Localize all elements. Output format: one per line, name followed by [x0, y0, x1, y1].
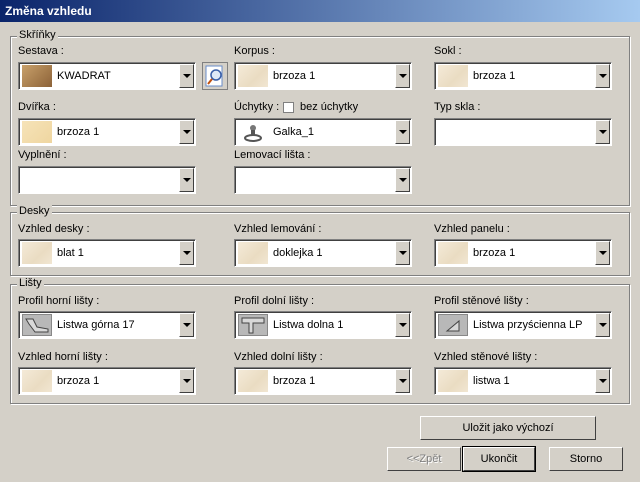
- sestava-thumbnail: [22, 65, 52, 87]
- chevron-down-icon[interactable]: [179, 241, 194, 265]
- group-strips-title: Lišty: [17, 277, 44, 289]
- lemovaci-lista-label: Lemovací lišta :: [234, 149, 311, 161]
- chevron-down-icon[interactable]: [179, 313, 194, 337]
- sokl-label: Sokl :: [434, 45, 462, 57]
- chevron-down-icon[interactable]: [395, 64, 410, 88]
- vzhled-horni-value: brzoza 1: [57, 375, 100, 387]
- chevron-down-icon[interactable]: [595, 241, 610, 265]
- cancel-button[interactable]: Storno: [549, 447, 623, 471]
- korpus-label: Korpus :: [234, 45, 275, 57]
- typ-skla-label: Typ skla :: [434, 101, 481, 113]
- profil-stenove-thumbnail: [438, 314, 468, 336]
- vzhled-desky-label: Vzhled desky :: [18, 223, 90, 235]
- korpus-thumbnail: [238, 65, 268, 87]
- handle-thumbnail: [238, 121, 268, 143]
- vzhled-lemovani-label: Vzhled lemování :: [234, 223, 322, 235]
- chevron-down-icon[interactable]: [179, 120, 194, 144]
- vzhled-stenove-label: Vzhled stěnové lišty :: [434, 351, 538, 363]
- vzhled-desky-value: blat 1: [57, 247, 84, 259]
- chevron-down-icon[interactable]: [395, 241, 410, 265]
- profil-stenove-value: Listwa przyścienna LP: [473, 319, 583, 331]
- vzhled-horni-thumbnail: [22, 370, 52, 392]
- vzhled-desky-combo[interactable]: blat 1: [18, 239, 196, 267]
- chevron-down-icon[interactable]: [179, 64, 194, 88]
- lemovaci-lista-combo[interactable]: [234, 166, 412, 194]
- vzhled-horni-label: Vzhled horní lišty :: [18, 351, 108, 363]
- group-desks-title: Desky: [17, 205, 52, 217]
- vzhled-dolni-combo[interactable]: brzoza 1: [234, 367, 412, 395]
- sestava-combo[interactable]: KWADRAT: [18, 62, 196, 90]
- sokl-combo[interactable]: brzoza 1: [434, 62, 612, 90]
- sokl-value: brzoza 1: [473, 70, 516, 82]
- group-cabinets-title: Skříňky: [17, 29, 58, 41]
- finish-button[interactable]: Ukončit: [462, 446, 536, 472]
- vzhled-dolni-label: Vzhled dolní lišty :: [234, 351, 323, 363]
- vzhled-panelu-label: Vzhled panelu :: [434, 223, 510, 235]
- korpus-value: brzoza 1: [273, 70, 316, 82]
- sestava-label: Sestava :: [18, 45, 64, 57]
- vzhled-panelu-value: brzoza 1: [473, 247, 516, 259]
- vzhled-lemovani-thumbnail: [238, 242, 268, 264]
- profil-horni-value: Listwa górna 17: [57, 319, 135, 331]
- chevron-down-icon[interactable]: [595, 313, 610, 337]
- chevron-down-icon[interactable]: [395, 369, 410, 393]
- chevron-down-icon[interactable]: [595, 369, 610, 393]
- dvirka-combo[interactable]: brzoza 1: [18, 118, 196, 146]
- vzhled-stenove-value: listwa 1: [473, 375, 510, 387]
- chevron-down-icon[interactable]: [179, 369, 194, 393]
- chevron-down-icon[interactable]: [595, 64, 610, 88]
- magnifier-icon: [205, 65, 223, 87]
- vzhled-dolni-value: brzoza 1: [273, 375, 316, 387]
- vzhled-panelu-thumbnail: [438, 242, 468, 264]
- vzhled-desky-thumbnail: [22, 242, 52, 264]
- save-as-default-button[interactable]: Uložit jako výchozí: [420, 416, 596, 440]
- vzhled-stenove-combo[interactable]: listwa 1: [434, 367, 612, 395]
- vzhled-lemovani-combo[interactable]: doklejka 1: [234, 239, 412, 267]
- handle-icon: [244, 125, 262, 142]
- profil-horni-label: Profil horní lišty :: [18, 295, 100, 307]
- profil-dolni-label: Profil dolní lišty :: [234, 295, 315, 307]
- sestava-value: KWADRAT: [57, 70, 111, 82]
- dvirka-thumbnail: [22, 121, 52, 143]
- no-handle-checkbox[interactable]: [283, 102, 294, 113]
- profil-horni-thumbnail: [22, 314, 52, 336]
- profil-horni-combo[interactable]: Listwa górna 17: [18, 311, 196, 339]
- bottom-profile-icon: [241, 317, 265, 334]
- chevron-down-icon[interactable]: [395, 313, 410, 337]
- profil-dolni-combo[interactable]: Listwa dolna 1: [234, 311, 412, 339]
- uchytky-label: Úchytky :: [234, 101, 280, 113]
- profil-dolni-value: Listwa dolna 1: [273, 319, 344, 331]
- back-button[interactable]: <<Zpět: [387, 447, 461, 471]
- dvirka-label: Dvířka :: [18, 101, 56, 113]
- preview-button[interactable]: [202, 62, 228, 90]
- no-handle-label: bez úchytky: [300, 101, 359, 113]
- sokl-thumbnail: [438, 65, 468, 87]
- chevron-down-icon[interactable]: [395, 120, 410, 144]
- profil-stenove-label: Profil stěnové lišty :: [434, 295, 529, 307]
- wall-profile-icon: [445, 319, 460, 332]
- chevron-down-icon[interactable]: [395, 168, 410, 192]
- vyplneni-combo[interactable]: [18, 166, 196, 194]
- window-title: Změna vzhledu: [5, 4, 92, 18]
- dvirka-value: brzoza 1: [57, 126, 100, 138]
- uchytky-combo[interactable]: Galka_1: [234, 118, 412, 146]
- korpus-combo[interactable]: brzoza 1: [234, 62, 412, 90]
- typ-skla-combo[interactable]: [434, 118, 612, 146]
- uchytky-value: Galka_1: [273, 126, 314, 138]
- title-bar: Změna vzhledu: [0, 0, 640, 22]
- profil-dolni-thumbnail: [238, 314, 268, 336]
- vzhled-dolni-thumbnail: [238, 370, 268, 392]
- vzhled-horni-combo[interactable]: brzoza 1: [18, 367, 196, 395]
- top-profile-icon: [25, 318, 49, 333]
- vzhled-stenove-thumbnail: [438, 370, 468, 392]
- vzhled-lemovani-value: doklejka 1: [273, 247, 323, 259]
- vzhled-panelu-combo[interactable]: brzoza 1: [434, 239, 612, 267]
- chevron-down-icon[interactable]: [595, 120, 610, 144]
- profil-stenove-combo[interactable]: Listwa przyścienna LP: [434, 311, 612, 339]
- vyplneni-label: Vyplnění :: [18, 149, 67, 161]
- chevron-down-icon[interactable]: [179, 168, 194, 192]
